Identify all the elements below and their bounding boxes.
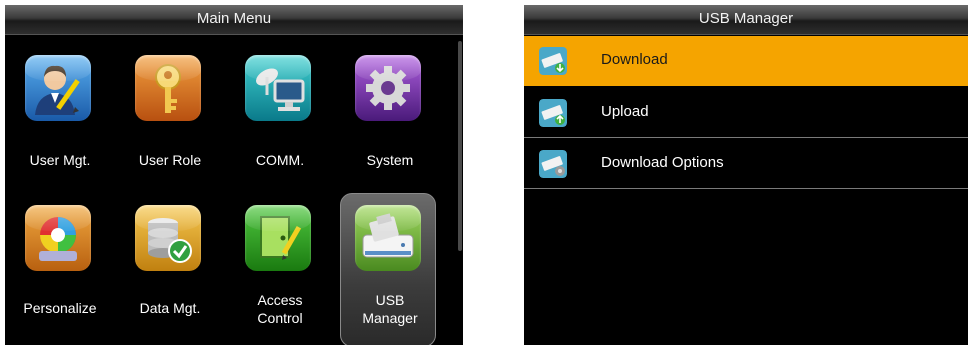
access-control-icon xyxy=(245,205,311,271)
menu-tile-user-role[interactable]: User Role xyxy=(115,45,225,203)
usb-download-icon xyxy=(539,47,567,75)
communication-icon xyxy=(245,55,311,121)
gear-icon xyxy=(355,55,421,121)
menu-tile-user-mgt[interactable]: User Mgt. xyxy=(5,45,115,203)
menu-item-download[interactable]: Download xyxy=(524,36,968,86)
main-menu-title: Main Menu xyxy=(5,5,463,35)
tile-label: User Role xyxy=(138,152,202,168)
menu-item-label: Download Options xyxy=(601,154,724,171)
usb-manager-screen: USB Manager Download Upload Download Opt… xyxy=(524,5,968,345)
usb-manager-title: USB Manager xyxy=(524,5,968,35)
menu-tile-access-control[interactable]: Access Control xyxy=(225,193,335,345)
menu-tile-comm[interactable]: COMM. xyxy=(225,45,335,203)
tile-label: COMM. xyxy=(255,152,305,168)
menu-tile-system[interactable]: System xyxy=(335,45,445,203)
menu-tile-personalize[interactable]: Personalize xyxy=(5,193,115,345)
main-menu-screen: Main Menu User Mgt. User Role COMM. Syst… xyxy=(5,5,463,345)
tile-label: System xyxy=(366,152,414,168)
menu-item-download-options[interactable]: Download Options xyxy=(524,139,968,189)
tile-label: Personalize xyxy=(23,300,97,316)
tile-label: Data Mgt. xyxy=(139,300,201,316)
usb-options-icon xyxy=(539,150,567,178)
menu-tile-data-mgt[interactable]: Data Mgt. xyxy=(115,193,225,345)
menu-item-label: Upload xyxy=(601,103,649,120)
user-mgt-icon xyxy=(25,55,91,121)
usb-drive-icon xyxy=(355,205,421,271)
tile-label: USB Manager xyxy=(362,292,418,326)
personalize-icon xyxy=(25,205,91,271)
main-menu-scrollbar[interactable] xyxy=(458,41,462,251)
tile-label: Access Control xyxy=(257,292,303,326)
menu-item-upload[interactable]: Upload xyxy=(524,88,968,138)
menu-item-label: Download xyxy=(601,51,668,68)
database-icon xyxy=(135,205,201,271)
menu-tile-usb-manager[interactable]: USB Manager xyxy=(335,193,445,345)
key-icon xyxy=(135,55,201,121)
usb-upload-icon xyxy=(539,99,567,127)
tile-label: User Mgt. xyxy=(29,152,91,168)
